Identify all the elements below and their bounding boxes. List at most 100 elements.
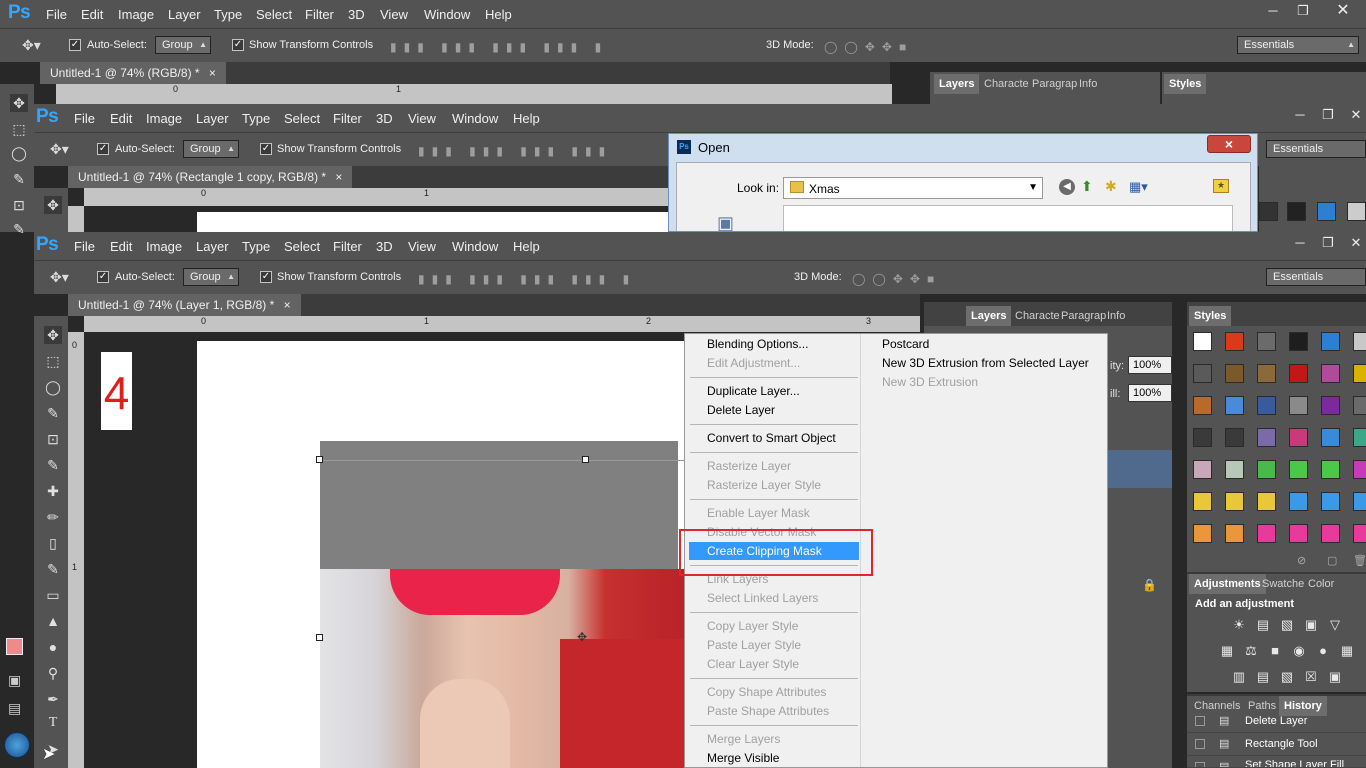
restore-icon[interactable]: ❐ bbox=[1289, 1, 1317, 21]
trash-icon[interactable]: 🗑 bbox=[1353, 554, 1366, 567]
marquee-tool-icon[interactable]: ⬚ bbox=[10, 120, 28, 138]
style-swatch[interactable] bbox=[1257, 428, 1276, 447]
new-folder-icon[interactable]: ✱ bbox=[1105, 178, 1117, 195]
menu-help[interactable]: Help bbox=[513, 239, 540, 254]
style-swatch[interactable] bbox=[1225, 524, 1244, 543]
start-button[interactable] bbox=[4, 732, 30, 758]
style-swatch[interactable] bbox=[1289, 364, 1308, 383]
move-tool-icon[interactable]: ✥ bbox=[44, 326, 62, 344]
exposure-icon[interactable]: ▣ bbox=[1303, 618, 1319, 632]
align-icons[interactable]: ▮▮▮ ▮▮▮ ▮▮▮ ▮▮▮ ▮ bbox=[390, 40, 608, 54]
menu-layer[interactable]: Layer bbox=[196, 111, 229, 126]
healing-tool-icon[interactable]: ✚ bbox=[44, 482, 62, 500]
menu-type[interactable]: Type bbox=[242, 111, 270, 126]
style-swatch[interactable] bbox=[1289, 492, 1308, 511]
menu-layer[interactable]: Layer bbox=[196, 239, 229, 254]
back-icon[interactable]: ◀ bbox=[1059, 179, 1075, 195]
fill-field[interactable]: 100% bbox=[1128, 384, 1172, 402]
style-swatch[interactable] bbox=[1289, 428, 1308, 447]
style-swatch[interactable] bbox=[1353, 364, 1366, 383]
workspace-dropdown[interactable]: Essentials bbox=[1266, 268, 1366, 286]
doc-tab-close-icon[interactable]: × bbox=[209, 66, 216, 80]
style-swatch[interactable] bbox=[1193, 524, 1212, 543]
move-tool-icon[interactable]: ✥▾ bbox=[50, 269, 69, 286]
show-transform-checkbox[interactable]: ✓ bbox=[232, 39, 244, 51]
foreground-color-swatch[interactable] bbox=[6, 638, 23, 655]
style-swatch[interactable] bbox=[1193, 396, 1212, 415]
threshold-icon[interactable]: ▧ bbox=[1279, 670, 1295, 684]
show-transform-checkbox[interactable]: ✓ bbox=[260, 271, 272, 283]
up-folder-icon[interactable]: ⬆ bbox=[1081, 178, 1093, 195]
recent-places-icon[interactable]: ▣ bbox=[717, 213, 739, 231]
hue-saturation-icon[interactable]: ▦ bbox=[1219, 644, 1235, 658]
menu-layer[interactable]: Layer bbox=[168, 7, 201, 22]
move-tool-icon[interactable]: ✥▾ bbox=[22, 37, 41, 54]
menu-view[interactable]: View bbox=[408, 111, 436, 126]
3d-mode-icons[interactable]: ◯◯✥✥■ bbox=[852, 272, 941, 286]
move-tool-icon[interactable]: ✥ bbox=[44, 196, 62, 214]
auto-select-checkbox[interactable]: ✓ bbox=[97, 271, 109, 283]
menu-image[interactable]: Image bbox=[146, 111, 182, 126]
style-swatch[interactable] bbox=[1225, 396, 1244, 415]
align-icons[interactable]: ▮▮▮ ▮▮▮ ▮▮▮ ▮▮▮ ▮ bbox=[418, 272, 636, 286]
style-swatch[interactable] bbox=[1321, 396, 1340, 415]
minimize-icon[interactable]: ─ bbox=[1259, 1, 1287, 21]
tab-info[interactable]: Info bbox=[1074, 74, 1102, 94]
align-icons[interactable]: ▮▮▮ ▮▮▮ ▮▮▮ ▮▮▮ bbox=[418, 144, 612, 158]
doc-tab[interactable]: Untitled-1 @ 74% (RGB/8) * × bbox=[40, 62, 226, 84]
tab-character[interactable]: Characte bbox=[979, 74, 1034, 94]
dodge-tool-icon[interactable]: ⚲ bbox=[44, 664, 62, 682]
move-tool-icon[interactable]: ✥▾ bbox=[50, 141, 69, 158]
3d-mode-icons[interactable]: ◯◯✥✥■ bbox=[824, 40, 913, 54]
history-item[interactable]: ▤ Delete Layer bbox=[1187, 711, 1366, 733]
tab-color[interactable]: Color bbox=[1303, 574, 1339, 594]
menu-window[interactable]: Window bbox=[424, 7, 470, 22]
style-swatch[interactable] bbox=[1289, 524, 1308, 543]
transform-handle[interactable] bbox=[316, 634, 323, 641]
channel-mixer-icon[interactable]: ● bbox=[1315, 644, 1331, 658]
selective-color-icon[interactable]: ☒ bbox=[1303, 670, 1319, 684]
style-swatch[interactable] bbox=[1287, 202, 1306, 221]
style-swatch[interactable] bbox=[1353, 428, 1366, 447]
close-icon[interactable]: ✕ bbox=[1342, 105, 1366, 125]
black-white-icon[interactable]: ■ bbox=[1267, 644, 1283, 658]
favorite-icon[interactable]: ★ bbox=[1213, 179, 1229, 193]
pen-tool-icon[interactable]: ✒ bbox=[44, 690, 62, 708]
menu-file[interactable]: File bbox=[74, 111, 95, 126]
auto-select-dropdown[interactable]: Group ▲ bbox=[155, 36, 211, 54]
new-style-icon[interactable]: ▢ bbox=[1327, 554, 1337, 567]
style-swatch[interactable] bbox=[1321, 364, 1340, 383]
menu-view[interactable]: View bbox=[380, 7, 408, 22]
move-tool-icon[interactable]: ✥ bbox=[10, 94, 28, 112]
style-swatch[interactable] bbox=[1353, 492, 1366, 511]
menu-3d[interactable]: 3D bbox=[348, 7, 365, 22]
tab-adjustments[interactable]: Adjustments bbox=[1189, 574, 1266, 594]
show-transform-checkbox[interactable]: ✓ bbox=[260, 143, 272, 155]
file-list[interactable] bbox=[783, 205, 1233, 231]
vibrance-icon[interactable]: ▽ bbox=[1327, 618, 1343, 632]
style-swatch[interactable] bbox=[1193, 492, 1212, 511]
crop-tool-icon[interactable]: ⊡ bbox=[44, 430, 62, 448]
menu-filter[interactable]: Filter bbox=[333, 239, 362, 254]
style-swatch[interactable] bbox=[1289, 396, 1308, 415]
quick-mask-icon[interactable]: ▣ bbox=[8, 672, 21, 689]
style-swatch[interactable] bbox=[1353, 396, 1366, 415]
minimize-icon[interactable]: ─ bbox=[1286, 105, 1314, 125]
style-swatch[interactable] bbox=[1289, 460, 1308, 479]
menu-3d[interactable]: 3D bbox=[376, 111, 393, 126]
menu-item-delete-layer[interactable]: Delete Layer bbox=[707, 403, 775, 417]
transform-handle[interactable] bbox=[316, 456, 323, 463]
style-swatch[interactable] bbox=[1321, 332, 1340, 351]
style-swatch[interactable] bbox=[1225, 332, 1244, 351]
levels-icon[interactable]: ▤ bbox=[1255, 618, 1271, 632]
style-swatch[interactable] bbox=[1193, 364, 1212, 383]
menu-window[interactable]: Window bbox=[452, 111, 498, 126]
style-swatch[interactable] bbox=[1321, 492, 1340, 511]
history-checkbox[interactable] bbox=[1195, 739, 1205, 749]
style-swatch[interactable] bbox=[1321, 460, 1340, 479]
menu-select[interactable]: Select bbox=[284, 239, 320, 254]
style-swatch[interactable] bbox=[1257, 460, 1276, 479]
history-checkbox[interactable] bbox=[1195, 716, 1205, 726]
lasso-tool-icon[interactable]: ◯ bbox=[10, 144, 28, 162]
menu-edit[interactable]: Edit bbox=[110, 111, 132, 126]
